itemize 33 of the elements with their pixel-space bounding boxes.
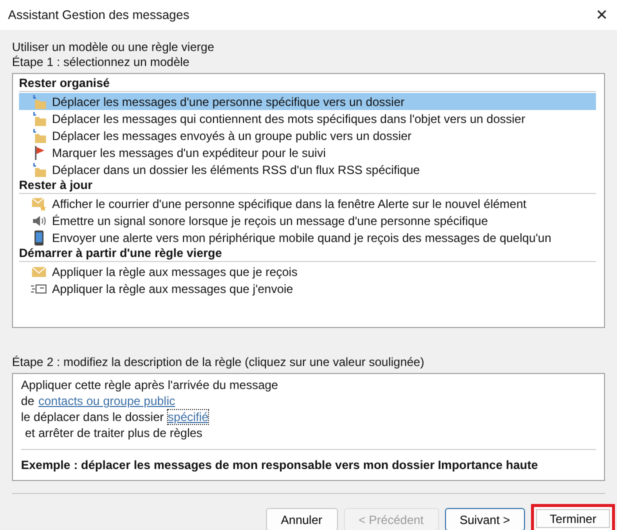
group-header: Rester organisé [19,76,596,92]
folder-arrow-icon [31,128,47,144]
template-item[interactable]: Afficher le courrier d'une personne spécifique dans la fenêtre Alerte sur le nouvel élément [19,195,596,212]
envelope-star-icon [31,196,47,212]
template-item[interactable]: Marquer les messages d'un expéditeur pour le suivi [19,144,596,161]
folder-arrow-icon [31,162,47,178]
step-label: Étape 2 : modifiez la description de la règle (cliquez sur une valeur soulignée) [12,355,426,370]
template-item[interactable]: Déplacer dans un dossier les éléments RSS d'un flux RSS spécifique [19,161,596,178]
description-text: de [21,393,34,409]
wizard-button[interactable]: Suivant > [444,508,525,530]
description-text: et arrêter de traiter plus de règles [24,425,202,441]
intro-label: Utiliser un modèle ou une règle vierge [12,40,216,55]
window-title: Assistant Gestion des messages [8,8,190,22]
template-item[interactable]: Déplacer les messages envoyés à un groupe public vers un dossier [19,127,596,144]
template-item[interactable]: Envoyer une alerte vers mon périphérique mobile quand je reçois des messages de quelqu'un [19,229,596,246]
close-button[interactable]: ✕ [587,0,617,30]
template-item[interactable]: Appliquer la règle aux messages que j'envoie [19,280,596,297]
group-header: Démarrer à partir d'une règle vierge [19,246,596,262]
wizard-button[interactable]: Terminer [531,504,615,530]
template-item[interactable]: Déplacer les messages d'une personne spécifique vers un dossier [19,93,596,110]
example-text: Exemple : déplacer les messages de mon responsable vers mon dossier Importance haute [21,449,596,472]
value-link[interactable]: contacts ou groupe public [37,393,176,409]
value-link[interactable]: spécifié [166,409,210,425]
description-text: Appliquer cette règle après l'arrivée du message [21,377,278,393]
folder-arrow-icon [31,94,47,110]
template-item[interactable]: Émettre un signal sonore lorsque je reçois un message d'une personne spécifique [19,212,596,229]
wizard-button[interactable]: Annuler [266,508,338,530]
template-item[interactable]: Appliquer la règle aux messages que je reçois [19,263,596,280]
description-text: le déplacer dans le dossier [21,409,164,425]
group-header: Rester à jour [19,178,596,194]
folder-arrow-icon [31,110,47,126]
template-item[interactable]: Déplacer les messages qui contiennent des mots spécifiques dans l'objet vers un dossier [19,110,596,127]
step-label: Étape 1 : sélectionnez un modèle [12,55,190,70]
